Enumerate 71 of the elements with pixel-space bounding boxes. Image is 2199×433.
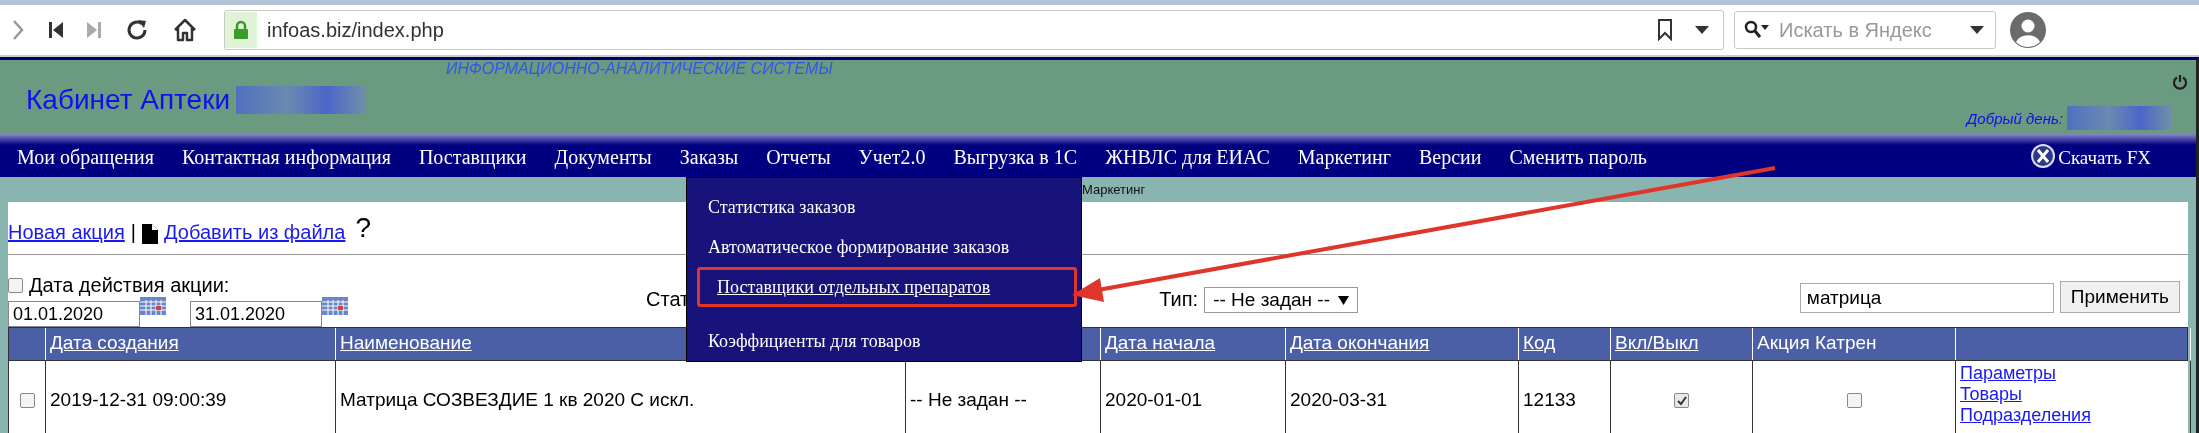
checkbox[interactable]	[8, 278, 23, 293]
lock-icon	[225, 12, 257, 48]
menu-item[interactable]: Версии	[1418, 146, 1482, 169]
menu-item[interactable]: Документы	[554, 146, 652, 169]
column-header[interactable]: Наименование	[340, 332, 472, 353]
url-text: infoas.biz/index.php	[267, 18, 445, 42]
caret-icon[interactable]	[1970, 25, 1984, 35]
katren-checkbox[interactable]	[1846, 393, 1862, 408]
table-cell: 2020-03-31	[1290, 389, 1388, 410]
bookmark-icon[interactable]	[1657, 19, 1673, 41]
address-bar[interactable]: infoas.biz/index.php	[224, 10, 1724, 50]
apply-button[interactable]: Применить	[2059, 281, 2180, 313]
action-link[interactable]: Параметры	[1960, 363, 2190, 384]
forward-icon[interactable]	[10, 18, 26, 42]
menu-item[interactable]: Отчеты	[766, 146, 831, 169]
column-header[interactable]: Дата начала	[1105, 332, 1216, 353]
table-cell: 12133	[1523, 389, 1576, 410]
table-cell: 2020-01-01	[1105, 389, 1203, 410]
search-icon	[1744, 20, 1770, 40]
column-header[interactable]: Дата создания	[50, 332, 179, 353]
type-select[interactable]: -- Не задан --	[1204, 287, 1359, 313]
menu-item[interactable]: Поставщики	[418, 146, 527, 169]
type-label: Тип:	[1159, 288, 1199, 311]
action-link[interactable]: Подразделения	[1960, 405, 2190, 426]
menu-item[interactable]: Автоматическое формирование заказов	[691, 227, 1071, 268]
menu-item[interactable]: Выгрузка в 1С	[953, 146, 1078, 169]
column-header[interactable]: Вкл/Выкл	[1615, 332, 1699, 353]
separator: |	[130, 221, 136, 244]
menu-item[interactable]: Маркетинг	[1297, 146, 1391, 169]
search-field[interactable]: Искать в Яндекс	[1734, 11, 1996, 49]
breadcrumb: Маркетинг	[1082, 182, 1146, 197]
calendar-icon[interactable]	[140, 297, 166, 315]
fx-logo-icon	[2030, 143, 2057, 169]
caret-icon[interactable]	[1695, 25, 1709, 35]
table-cell: 2019-12-31 09:00:39	[50, 389, 227, 410]
avatar-icon[interactable]	[2010, 12, 2046, 48]
power-icon[interactable]	[2172, 74, 2188, 90]
menu-item[interactable]: ЖНВЛС для ЕИАС	[1105, 146, 1270, 169]
calendar-icon[interactable]	[322, 297, 348, 315]
column-header: Акция Катрен	[1757, 332, 1877, 353]
column-header[interactable]: Код	[1523, 332, 1556, 353]
menu-item[interactable]: Контактная информация	[181, 146, 391, 169]
skip-back-icon[interactable]	[48, 20, 64, 40]
page-title: Кабинет Аптеки	[26, 84, 231, 116]
home-icon[interactable]	[172, 17, 198, 43]
date-field[interactable]: 31.01.2020	[190, 301, 322, 327]
checkbox-label: Дата действия акции:	[29, 274, 230, 297]
new-promo-link[interactable]: Новая акция	[8, 221, 125, 244]
status-label: Стат	[646, 288, 690, 311]
menu-item[interactable]: Коэффициенты для товаров	[691, 321, 1071, 361]
date-field[interactable]: 01.01.2020	[8, 301, 140, 327]
greeting-text: Добрый день:	[1966, 109, 2063, 127]
caret-icon	[1338, 295, 1350, 305]
action-link[interactable]: Товары	[1960, 384, 2190, 405]
table-cell: -- Не задан --	[910, 389, 1027, 410]
menu-item[interactable]: Сменить пароль	[1509, 146, 1647, 169]
menu-item[interactable]: Поставщики отдельных препаратов	[697, 267, 1077, 308]
help-link[interactable]: ?	[355, 212, 371, 244]
enabled-checkbox[interactable]	[1674, 393, 1689, 408]
column-header[interactable]: Дата окончания	[1290, 332, 1430, 353]
table-cell: Матрица СОЗВЕЗДИЕ 1 кв 2020 С искл.	[340, 389, 695, 410]
add-from-file-link[interactable]: Добавить из файла	[164, 221, 346, 244]
menu-item[interactable]: Статистика заказов	[691, 188, 1071, 228]
row-checkbox[interactable]	[19, 393, 35, 408]
menu-item[interactable]: Заказы	[679, 146, 739, 169]
menu-item[interactable]: Мои обращения	[17, 146, 154, 169]
menu-item[interactable]: Учет2.0	[858, 146, 926, 169]
download-link[interactable]: Скачать FX	[2030, 143, 2151, 169]
document-icon	[142, 224, 158, 244]
search-field[interactable]: матрица	[1799, 283, 2054, 313]
tagline: ИНФОРМАЦИОННО-АНАЛИТИЧЕСКИЕ СИСТЕМЫ	[446, 60, 833, 78]
